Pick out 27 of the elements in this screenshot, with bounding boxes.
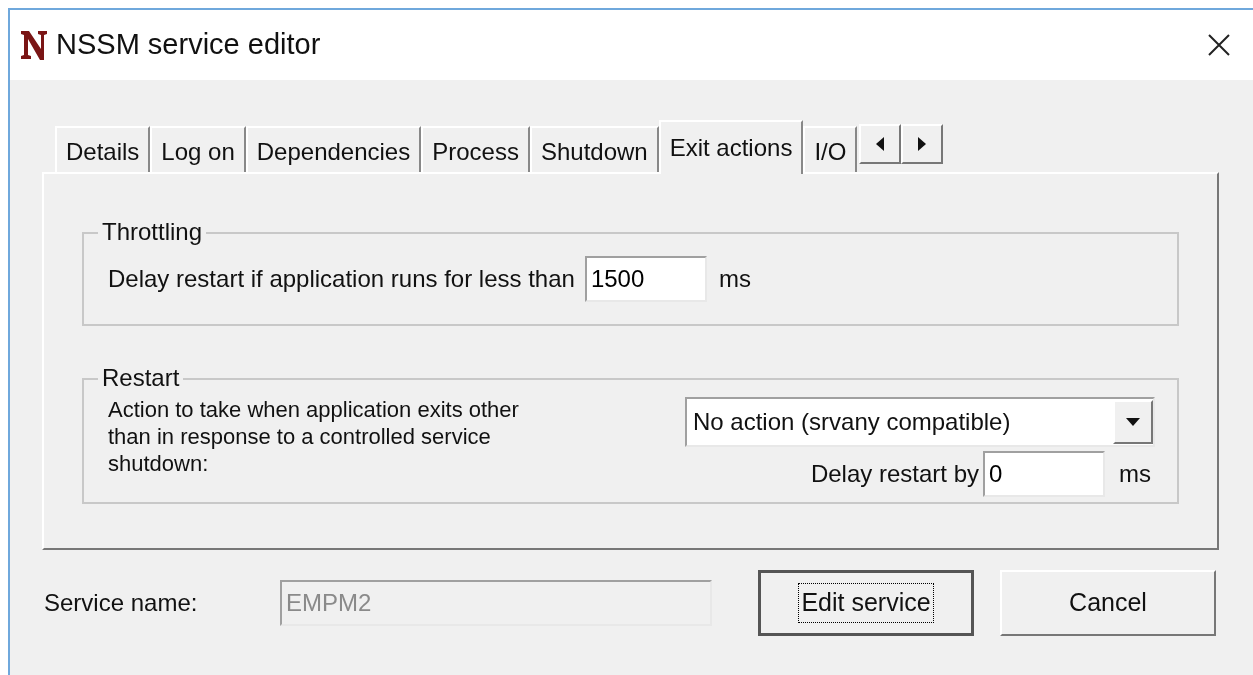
action-dropdown[interactable]: No action (srvany compatible) bbox=[685, 397, 1155, 447]
dialog-button[interactable]: Edit service bbox=[758, 570, 974, 636]
scroll-left-button[interactable] bbox=[859, 124, 902, 164]
delay-label: Delay restart by bbox=[810, 459, 979, 489]
close-icon[interactable] bbox=[1207, 33, 1231, 57]
restart-description: Action to take when application exits other than in response to a controlled service shutdown: bbox=[108, 396, 520, 478]
restart-delay-field[interactable]: 0 bbox=[983, 451, 1105, 497]
tab[interactable]: Dependencies bbox=[245, 126, 422, 172]
throttle-label: Delay restart if application runs for less than bbox=[108, 264, 575, 294]
window-title: NSSM service editor bbox=[56, 27, 321, 63]
unit-label: ms bbox=[718, 264, 751, 294]
tab[interactable]: Exit actions bbox=[658, 120, 804, 174]
tab[interactable]: Log on bbox=[150, 126, 246, 172]
scroll-right-button[interactable] bbox=[901, 124, 944, 164]
right-triangle-icon bbox=[918, 137, 927, 151]
tab[interactable]: Details bbox=[55, 126, 151, 172]
dialog-button[interactable]: Cancel bbox=[1000, 570, 1216, 636]
tab[interactable]: Shutdown bbox=[529, 126, 659, 172]
left-triangle-icon bbox=[876, 137, 885, 151]
tab[interactable]: I/O bbox=[803, 126, 858, 172]
tab[interactable]: Process bbox=[421, 126, 530, 172]
dropdown-arrow-button[interactable] bbox=[1113, 400, 1153, 444]
caret-icon bbox=[1126, 418, 1140, 426]
throttle-delay-field[interactable]: 1500 bbox=[584, 256, 707, 302]
service-name-label: Service name: bbox=[44, 588, 199, 618]
unit-label: ms bbox=[1119, 459, 1152, 489]
logo-icon bbox=[20, 29, 48, 61]
